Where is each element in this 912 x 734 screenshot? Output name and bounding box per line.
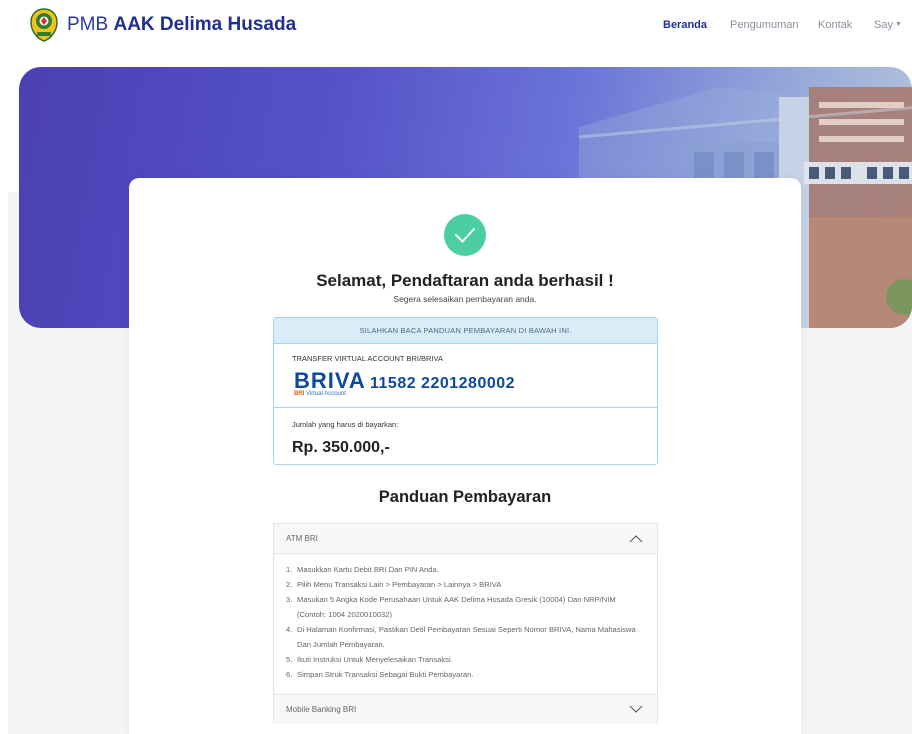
chevron-down-icon [629, 705, 643, 713]
briva-logo: BRIVA BRI Virtual Account [294, 370, 366, 398]
guide-title: Panduan Pembayaran [378, 488, 552, 506]
brand-title[interactable]: PMB AAK Delima Husada [67, 14, 296, 36]
virtual-account-section: TRANSFER VIRTUAL ACCOUNT BRI/BRIVA BRIVA… [274, 344, 657, 408]
amount-value: Rp. 350.000,- [292, 439, 390, 456]
payment-info-box: SILAHKAN BACA PANDUAN PEMBAYARAN DI BAWA… [273, 317, 658, 465]
nav-item-user-menu[interactable]: Say ▼ [874, 19, 902, 31]
briva-sub-brand: BRI [294, 391, 305, 397]
list-item: 3. Masukan 5 Angka Kode Perusahaan Untuk … [286, 595, 616, 619]
briva-logo-text: BRIVA [294, 368, 366, 393]
accordion-header-mobile-banking-bri[interactable]: Mobile Banking BRI [274, 695, 657, 724]
accordion-body-atm-bri: 1. Masukkan Kartu Debit BRI Dan PIN Anda.… [274, 553, 657, 691]
campus-logo-icon[interactable] [29, 8, 59, 42]
navbar: PMB AAK Delima Husada Beranda Pengumuman… [0, 0, 912, 50]
nav-item-beranda[interactable]: Beranda [663, 19, 707, 31]
accordion-mobile-banking-bri: Mobile Banking BRI [273, 694, 658, 724]
brand-name: AAK Delima Husada [113, 14, 297, 35]
user-menu-label: Say [874, 19, 893, 31]
chevron-up-icon [629, 535, 643, 543]
list-item: 5. Ikuti Instruksi Untuk Menyelesaikan Tr… [286, 655, 453, 664]
success-title: Selamat, Pendaftaran anda berhasil ! [316, 271, 614, 290]
brand-prefix: PMB [67, 14, 109, 35]
amount-section: Jumlah yang harus di bayarkan: Rp. 350.0… [274, 408, 657, 465]
accordion-title: Mobile Banking BRI [286, 705, 357, 714]
list-item: 2. Pilih Menu Transaksi Lain > Pembayaran… [286, 580, 502, 589]
success-subtitle: Segera selesaikan pembayaran anda. [393, 294, 537, 304]
nav-item-pengumuman[interactable]: Pengumuman [730, 19, 799, 31]
va-number: 11582 2201280002 [370, 375, 516, 392]
accordion-header-atm-bri[interactable]: ATM BRI [274, 524, 657, 553]
briva-sub-text: Virtual Account [306, 391, 346, 397]
va-label: TRANSFER VIRTUAL ACCOUNT BRI/BRIVA [292, 354, 443, 363]
payment-notice: SILAHKAN BACA PANDUAN PEMBAYARAN DI BAWA… [274, 318, 657, 344]
accordion-atm-bri: ATM BRI 1. Masukkan Kartu Debit BRI Dan P… [273, 523, 658, 695]
nav-item-kontak[interactable]: Kontak [818, 19, 852, 31]
caret-down-icon: ▼ [894, 21, 902, 28]
list-item: 4. Di Halaman Konfirmasi, Pastikan Detil … [286, 625, 636, 649]
list-item: 6. Simpan Struk Transaksi Sebagai Bukti P… [286, 670, 474, 679]
accordion-title: ATM BRI [286, 534, 318, 543]
check-circle-icon [444, 214, 486, 256]
list-item: 1. Masukkan Kartu Debit BRI Dan PIN Anda. [286, 565, 439, 574]
amount-label: Jumlah yang harus di bayarkan: [292, 420, 399, 429]
